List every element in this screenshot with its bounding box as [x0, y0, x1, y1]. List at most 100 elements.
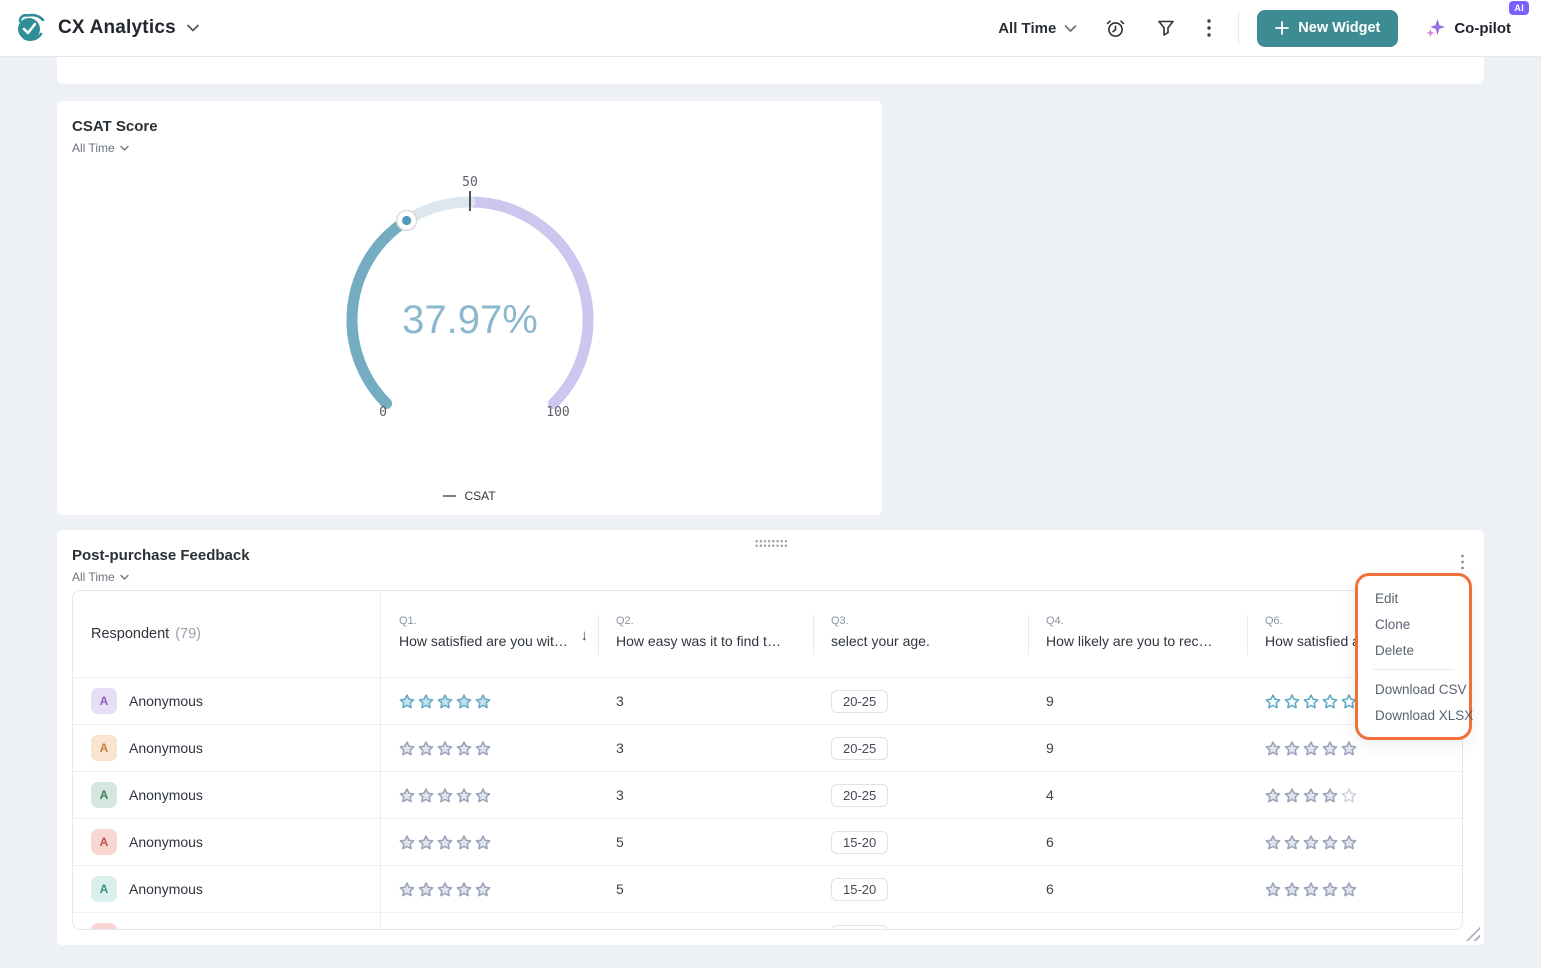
- avatar: A: [91, 688, 117, 714]
- legend-marker: [443, 495, 456, 497]
- column-header-q2[interactable]: Q2. How easy was it to find the pr…: [598, 591, 813, 677]
- chevron-down-icon[interactable]: [186, 23, 200, 33]
- q3-answer-cell: 20-25: [813, 678, 1028, 724]
- star-icon: [475, 928, 491, 931]
- avatar: A: [91, 735, 117, 761]
- star-icon: [475, 881, 491, 898]
- star-icon: [1303, 928, 1319, 931]
- star-icon: [1303, 834, 1319, 851]
- legend-label: CSAT: [464, 489, 495, 503]
- copilot-button[interactable]: AI Co-pilot: [1426, 18, 1523, 38]
- new-widget-button[interactable]: New Widget: [1257, 10, 1398, 47]
- menu-item-download-csv[interactable]: Download CSV: [1358, 676, 1469, 702]
- star-icon: [418, 693, 434, 710]
- q4-answer-cell: 7: [1028, 913, 1247, 930]
- star-rating: [1265, 881, 1357, 898]
- q4-answer-cell: 6: [1028, 819, 1247, 865]
- q6-rating-cell: [1247, 866, 1462, 912]
- widget-time-filter[interactable]: All Time: [72, 141, 129, 155]
- column-header-q1[interactable]: Q1. How satisfied are you with … ↓: [381, 591, 598, 677]
- alarm-button[interactable]: [1093, 10, 1138, 47]
- app-brand[interactable]: CX Analytics: [14, 11, 200, 45]
- star-icon: [1284, 834, 1300, 851]
- column-header-q3[interactable]: Q3. select your age.: [813, 591, 1028, 677]
- star-icon: [399, 787, 415, 804]
- star-icon: [1265, 928, 1281, 931]
- avatar: A: [91, 923, 117, 930]
- avatar: A: [91, 782, 117, 808]
- menu-item-clone[interactable]: Clone: [1358, 611, 1469, 637]
- table-row[interactable]: AAnonymous515-206: [73, 865, 1462, 912]
- table-body: AAnonymous320-259AAnonymous320-259AAnony…: [73, 677, 1462, 930]
- star-icon: [456, 881, 472, 898]
- ai-badge: AI: [1509, 1, 1529, 15]
- q4-answer-cell: 4: [1028, 772, 1247, 818]
- star-rating: [1265, 928, 1357, 931]
- column-header-q4[interactable]: Q4. How likely are you to recomm…: [1028, 591, 1247, 677]
- respondent-cell: AAnonymous: [73, 678, 381, 724]
- resize-handle[interactable]: [1465, 926, 1480, 941]
- q1-rating-cell: [381, 819, 598, 865]
- q3-answer-cell: 20-25: [813, 725, 1028, 771]
- star-rating: [1265, 834, 1357, 851]
- age-chip: 15-20: [831, 878, 888, 901]
- star-icon: [399, 693, 415, 710]
- drag-handle[interactable]: [754, 539, 787, 548]
- q6-rating-cell: [1247, 772, 1462, 818]
- respondent-cell: AAnonymous: [73, 913, 381, 930]
- star-icon: [1265, 693, 1281, 710]
- top-bar: CX Analytics All Time: [0, 0, 1541, 57]
- sort-descending-icon[interactable]: ↓: [581, 627, 589, 644]
- widget-time-filter[interactable]: All Time: [72, 570, 129, 584]
- star-icon: [1265, 787, 1281, 804]
- menu-item-edit[interactable]: Edit: [1358, 585, 1469, 611]
- q2-answer-cell: 3: [598, 913, 813, 930]
- feedback-widget: Post-purchase Feedback All Time Responde…: [57, 530, 1484, 945]
- star-icon: [418, 787, 434, 804]
- star-icon: [475, 834, 491, 851]
- star-icon: [1284, 693, 1300, 710]
- star-icon: [1322, 928, 1338, 931]
- star-icon: [418, 881, 434, 898]
- star-rating: [1265, 740, 1357, 757]
- menu-item-delete[interactable]: Delete: [1358, 637, 1469, 663]
- age-chip: 20-25: [831, 784, 888, 807]
- filter-button[interactable]: [1144, 10, 1188, 46]
- table-row[interactable]: AAnonymous320-259: [73, 677, 1462, 724]
- question-label: How easy was it to find the pr…: [616, 633, 799, 649]
- more-options-button[interactable]: [1194, 10, 1224, 46]
- q1-rating-cell: [381, 866, 598, 912]
- respondent-cell: AAnonymous: [73, 725, 381, 771]
- star-icon: [1303, 693, 1319, 710]
- widget-title: CSAT Score: [72, 118, 158, 135]
- q2-answer-cell: 3: [598, 725, 813, 771]
- table-row[interactable]: AAnonymous320-254: [73, 771, 1462, 818]
- app-logo-icon: [14, 11, 48, 45]
- q2-answer-cell: 3: [598, 678, 813, 724]
- respondent-name: Anonymous: [129, 787, 203, 803]
- star-icon: [418, 928, 434, 931]
- widget-title: Post-purchase Feedback: [72, 547, 250, 564]
- question-tag: Q4.: [1046, 615, 1233, 627]
- star-icon: [399, 928, 415, 931]
- table-row[interactable]: AAnonymous320-257: [73, 912, 1462, 930]
- widget-menu-button[interactable]: [1456, 550, 1469, 574]
- column-header-respondent[interactable]: Respondent (79): [73, 591, 381, 677]
- chevron-down-icon: [1064, 24, 1077, 33]
- table-row[interactable]: AAnonymous320-259: [73, 724, 1462, 771]
- star-icon: [1265, 881, 1281, 898]
- star-rating: [399, 834, 491, 851]
- star-icon: [399, 834, 415, 851]
- time-filter-dropdown[interactable]: All Time: [988, 14, 1087, 43]
- star-icon: [418, 740, 434, 757]
- menu-item-download-xlsx[interactable]: Download XLSX: [1358, 702, 1469, 728]
- respondent-cell: AAnonymous: [73, 866, 381, 912]
- question-tag: Q1.: [399, 615, 584, 627]
- q1-rating-cell: [381, 772, 598, 818]
- avatar: A: [91, 829, 117, 855]
- gauge-label-50: 50: [462, 175, 478, 190]
- gauge-arc-segment: [352, 220, 407, 403]
- star-icon: [437, 693, 453, 710]
- table-row[interactable]: AAnonymous515-206: [73, 818, 1462, 865]
- q6-rating-cell: [1247, 913, 1462, 930]
